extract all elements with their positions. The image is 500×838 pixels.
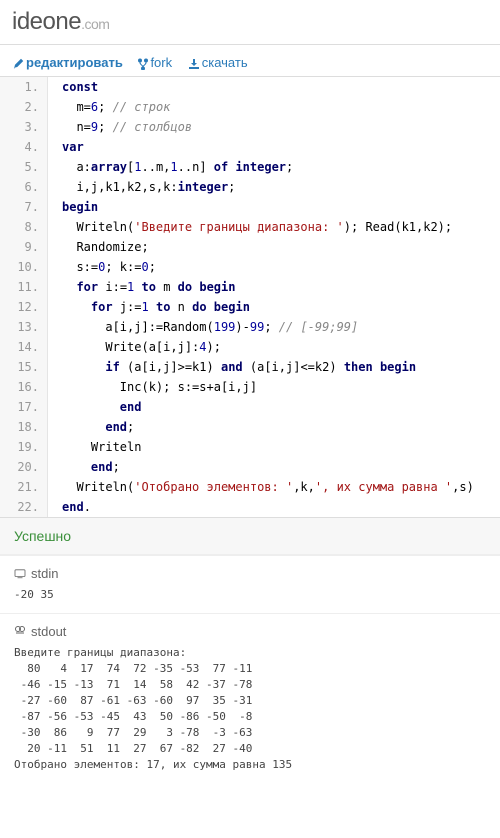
code-line: 19. Writeln — [0, 437, 500, 457]
line-number: 11. — [0, 277, 48, 297]
code-line: 11. for i:=1 to m do begin — [0, 277, 500, 297]
line-number: 8. — [0, 217, 48, 237]
code-content: begin — [48, 197, 98, 217]
code-content: Writeln('Отобрано элементов: ',k,', их с… — [48, 477, 474, 497]
line-number: 2. — [0, 97, 48, 117]
download-icon — [188, 58, 200, 70]
code-line: 2. m=6; // строк — [0, 97, 500, 117]
stdin-label: stdin — [31, 566, 58, 581]
code-content: n=9; // столбцов — [48, 117, 192, 137]
code-editor[interactable]: 1.const2. m=6; // строк3. n=9; // столбц… — [0, 76, 500, 518]
code-line: 1.const — [0, 77, 500, 97]
status-label: Успешно — [0, 518, 500, 555]
stdout-section: stdout Введите границы диапазона: 80 4 1… — [0, 614, 500, 783]
line-number: 12. — [0, 297, 48, 317]
code-line: 9. Randomize; — [0, 237, 500, 257]
code-content: Inc(k); s:=s+a[i,j] — [48, 377, 257, 397]
code-line: 15. if (a[i,j]>=k1) and (a[i,j]<=k2) the… — [0, 357, 500, 377]
line-number: 1. — [0, 77, 48, 97]
code-content: if (a[i,j]>=k1) and (a[i,j]<=k2) then be… — [48, 357, 416, 377]
code-line: 8. Writeln('Введите границы диапазона: '… — [0, 217, 500, 237]
code-line: 6. i,j,k1,k2,s,k:integer; — [0, 177, 500, 197]
code-line: 22.end. — [0, 497, 500, 517]
stdout-label: stdout — [31, 624, 66, 639]
code-content: end — [48, 397, 141, 417]
code-line: 13. a[i,j]:=Random(199)-99; // [-99;99] — [0, 317, 500, 337]
code-content: end. — [48, 497, 91, 517]
code-content: for i:=1 to m do begin — [48, 277, 235, 297]
code-line: 12. for j:=1 to n do begin — [0, 297, 500, 317]
code-line: 18. end; — [0, 417, 500, 437]
toolbar: редактировать fork скачать — [0, 45, 500, 76]
fork-button[interactable]: fork — [138, 55, 175, 70]
line-number: 15. — [0, 357, 48, 377]
line-number: 14. — [0, 337, 48, 357]
line-number: 21. — [0, 477, 48, 497]
line-number: 16. — [0, 377, 48, 397]
code-content: end; — [48, 457, 120, 477]
line-number: 6. — [0, 177, 48, 197]
code-line: 21. Writeln('Отобрано элементов: ',k,', … — [0, 477, 500, 497]
code-line: 20. end; — [0, 457, 500, 477]
line-number: 13. — [0, 317, 48, 337]
line-number: 9. — [0, 237, 48, 257]
line-number: 18. — [0, 417, 48, 437]
code-line: 3. n=9; // столбцов — [0, 117, 500, 137]
code-content: Writeln('Введите границы диапазона: '); … — [48, 217, 452, 237]
stdout-header: stdout — [14, 624, 486, 639]
line-number: 17. — [0, 397, 48, 417]
fork-label: fork — [150, 55, 172, 70]
code-line: 5. a:array[1..m,1..n] of integer; — [0, 157, 500, 177]
stdout-content: Введите границы диапазона: 80 4 17 74 72… — [14, 645, 486, 773]
code-line: 4.var — [0, 137, 500, 157]
line-number: 5. — [0, 157, 48, 177]
code-content: Randomize; — [48, 237, 149, 257]
stdin-section: stdin -20 35 — [0, 556, 500, 613]
download-label: скачать — [202, 55, 248, 70]
code-content: Writeln — [48, 437, 141, 457]
line-number: 22. — [0, 497, 48, 517]
code-line: 14. Write(a[i,j]:4); — [0, 337, 500, 357]
edit-label: редактировать — [26, 55, 123, 70]
code-line: 17. end — [0, 397, 500, 417]
fork-icon — [138, 58, 148, 70]
line-number: 19. — [0, 437, 48, 457]
download-button[interactable]: скачать — [188, 55, 248, 70]
code-content: i,j,k1,k2,s,k:integer; — [48, 177, 235, 197]
line-number: 4. — [0, 137, 48, 157]
code-content: var — [48, 137, 84, 157]
stdin-content: -20 35 — [14, 587, 486, 603]
stdin-header: stdin — [14, 566, 486, 581]
edit-button[interactable]: редактировать — [12, 55, 126, 70]
code-line: 10. s:=0; k:=0; — [0, 257, 500, 277]
code-content: const — [48, 77, 98, 97]
code-content: Write(a[i,j]:4); — [48, 337, 221, 357]
logo-text: ideone.com — [12, 8, 109, 35]
line-number: 10. — [0, 257, 48, 277]
code-line: 7.begin — [0, 197, 500, 217]
code-content: m=6; // строк — [48, 97, 170, 117]
edit-icon — [12, 58, 24, 70]
line-number: 20. — [0, 457, 48, 477]
code-content: s:=0; k:=0; — [48, 257, 156, 277]
site-logo: ideone.com — [0, 0, 500, 45]
code-content: a[i,j]:=Random(199)-99; // [-99;99] — [48, 317, 358, 337]
stdout-icon — [14, 625, 26, 637]
code-content: end; — [48, 417, 134, 437]
code-content: for j:=1 to n do begin — [48, 297, 250, 317]
code-line: 16. Inc(k); s:=s+a[i,j] — [0, 377, 500, 397]
line-number: 3. — [0, 117, 48, 137]
stdin-icon — [14, 569, 26, 579]
code-content: a:array[1..m,1..n] of integer; — [48, 157, 293, 177]
line-number: 7. — [0, 197, 48, 217]
